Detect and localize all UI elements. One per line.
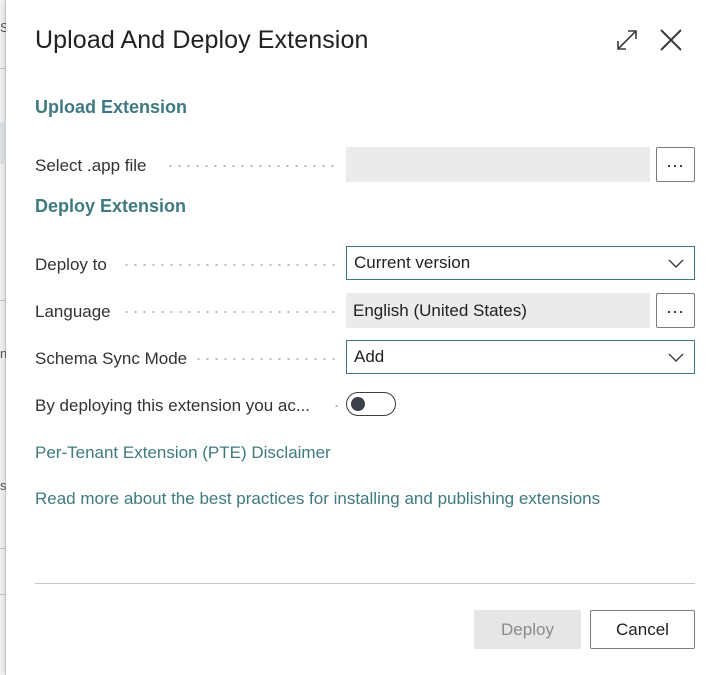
label-leader-dots <box>332 405 340 407</box>
select-file-lookup-button[interactable]: ... <box>656 147 695 182</box>
accept-terms-label: By deploying this extension you ac... <box>35 396 310 415</box>
label-leader-dots <box>122 264 338 266</box>
chevron-down-icon <box>668 259 684 268</box>
select-file-input[interactable] <box>346 147 650 182</box>
footer-divider <box>35 583 695 584</box>
schema-sync-mode-select[interactable]: Add <box>346 340 695 374</box>
upload-deploy-dialog: Upload And Deploy Extension Upload Exten… <box>6 0 725 675</box>
label-leader-dots <box>166 165 338 167</box>
cancel-button[interactable]: Cancel <box>590 610 695 649</box>
deploy-section-title: Deploy Extension <box>35 196 187 216</box>
deploy-to-value: Current version <box>354 253 471 272</box>
toggle-knob <box>351 397 365 411</box>
language-label: Language <box>35 302 111 321</box>
upload-section-title: Upload Extension <box>35 97 188 117</box>
ellipsis-icon: ... <box>666 296 685 317</box>
schema-sync-mode-value: Add <box>354 347 385 366</box>
deploy-button[interactable]: Deploy <box>474 610 581 649</box>
select-file-label: Select .app file <box>35 156 147 175</box>
ellipsis-icon: ... <box>666 150 685 171</box>
chevron-down-icon <box>668 353 684 362</box>
expand-icon <box>617 30 637 50</box>
language-input[interactable]: English (United States) <box>346 293 650 328</box>
deploy-to-label: Deploy to <box>35 255 107 274</box>
accept-terms-toggle[interactable] <box>346 392 396 416</box>
close-button[interactable] <box>657 26 685 54</box>
deploy-to-select[interactable]: Current version <box>346 246 695 280</box>
label-leader-dots <box>122 311 338 313</box>
label-leader-dots <box>194 358 338 360</box>
best-practices-link[interactable]: Read more about the best practices for i… <box>35 489 600 509</box>
language-lookup-button[interactable]: ... <box>656 293 695 328</box>
close-icon <box>660 29 682 51</box>
schema-sync-mode-label: Schema Sync Mode <box>35 349 188 368</box>
pte-disclaimer-link[interactable]: Per-Tenant Extension (PTE) Disclaimer <box>35 443 331 463</box>
dialog-title: Upload And Deploy Extension <box>35 26 369 54</box>
expand-button[interactable] <box>613 26 641 54</box>
